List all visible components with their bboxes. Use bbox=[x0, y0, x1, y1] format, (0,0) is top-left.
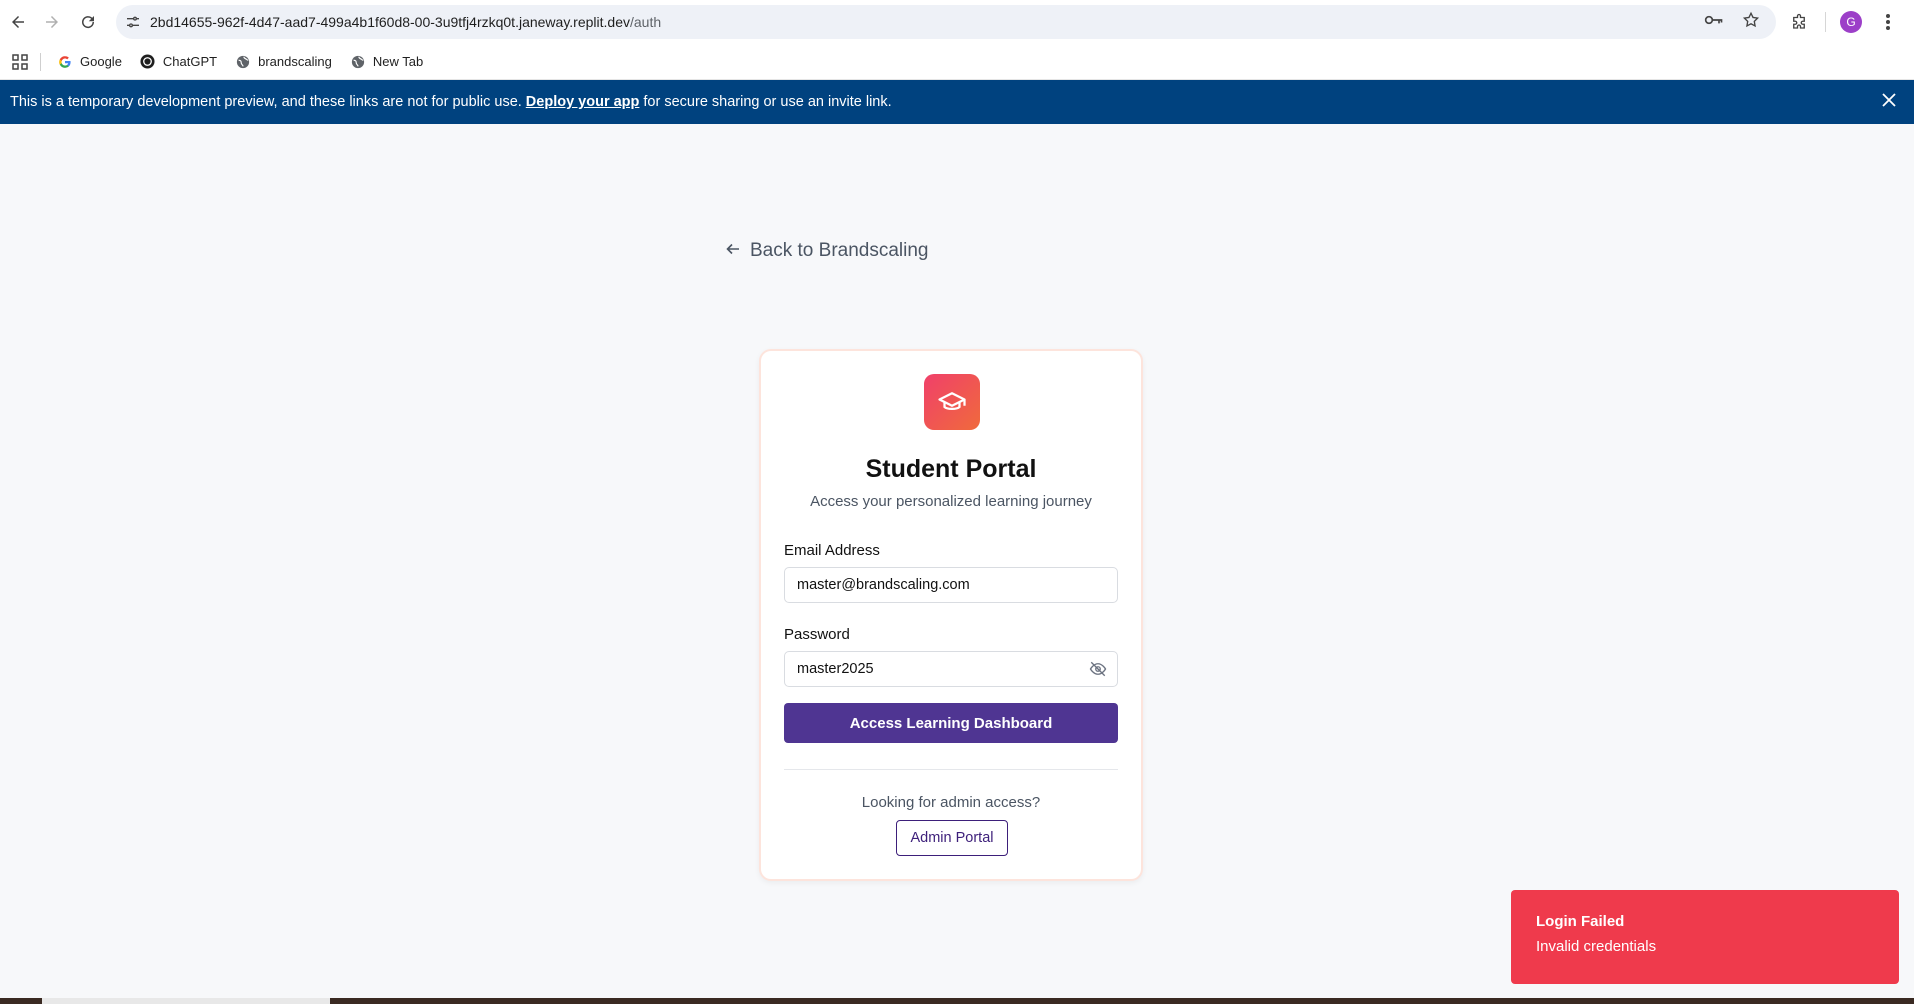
page-title: Student Portal bbox=[865, 455, 1037, 483]
bookmarks-separator bbox=[40, 52, 41, 71]
email-field[interactable]: master@brandscaling.com bbox=[784, 567, 1118, 603]
close-icon[interactable] bbox=[1882, 90, 1896, 113]
bookmark-star-icon[interactable] bbox=[1742, 11, 1760, 34]
reload-icon[interactable] bbox=[70, 4, 106, 40]
extensions-icon[interactable] bbox=[1787, 10, 1811, 34]
address-bar[interactable]: 2bd14655-962f-4d47-aad7-499a4b1f60d8-00-… bbox=[116, 5, 1776, 39]
bookmark-brandscaling[interactable]: brandscaling bbox=[235, 54, 332, 70]
bookmark-new-tab[interactable]: New Tab bbox=[350, 54, 423, 70]
toolbar-divider bbox=[1825, 12, 1826, 32]
email-label: Email Address bbox=[784, 542, 880, 559]
password-label: Password bbox=[784, 626, 850, 643]
dev-preview-banner: This is a temporary development preview,… bbox=[0, 80, 1914, 124]
toast-description: Invalid credentials bbox=[1536, 938, 1657, 955]
graduation-cap-icon bbox=[924, 374, 980, 430]
url-host: 2bd14655-962f-4d47-aad7-499a4b1f60d8-00-… bbox=[150, 14, 630, 30]
apps-grid-icon[interactable] bbox=[10, 52, 30, 72]
email-value: master@brandscaling.com bbox=[797, 577, 970, 593]
chatgpt-icon bbox=[140, 54, 156, 70]
menu-dots-icon[interactable] bbox=[1876, 10, 1900, 34]
back-arrow-icon[interactable] bbox=[0, 4, 36, 40]
admin-portal-button[interactable]: Admin Portal bbox=[896, 820, 1008, 856]
back-to-brandscaling-link[interactable]: Back to Brandscaling bbox=[726, 240, 929, 262]
password-field[interactable]: master2025 bbox=[784, 651, 1118, 687]
banner-text-before: This is a temporary development preview,… bbox=[10, 94, 522, 110]
page-subtitle: Access your personalized learning journe… bbox=[810, 493, 1092, 510]
browser-toolbar: 2bd14655-962f-4d47-aad7-499a4b1f60d8-00-… bbox=[0, 0, 1914, 44]
url-path: /auth bbox=[629, 14, 662, 30]
globe-icon bbox=[235, 54, 251, 70]
globe-icon bbox=[350, 54, 366, 70]
access-dashboard-button[interactable]: Access Learning Dashboard bbox=[784, 703, 1118, 743]
taskbar-segment bbox=[42, 998, 330, 1004]
arrow-left-icon bbox=[726, 240, 740, 262]
bookmark-label: ChatGPT bbox=[162, 54, 218, 69]
deploy-app-link[interactable]: Deploy your app bbox=[526, 94, 640, 110]
back-link-label: Back to Brandscaling bbox=[750, 240, 929, 261]
bookmarks-bar: Google ChatGPT brandscaling New Tab bbox=[0, 44, 1914, 80]
toast-title: Login Failed bbox=[1536, 913, 1625, 930]
eye-off-icon[interactable] bbox=[1089, 661, 1107, 681]
url-text: 2bd14655-962f-4d47-aad7-499a4b1f60d8-00-… bbox=[150, 14, 661, 30]
bookmark-label: New Tab bbox=[372, 54, 424, 69]
bookmark-label: brandscaling bbox=[258, 54, 332, 69]
profile-avatar[interactable]: G bbox=[1840, 11, 1862, 33]
google-icon bbox=[57, 54, 73, 70]
student-login-card: Student Portal Access your personalized … bbox=[759, 349, 1143, 881]
taskbar-strip bbox=[0, 998, 1914, 1004]
site-settings-icon[interactable] bbox=[116, 14, 150, 30]
bookmark-google[interactable]: Google bbox=[57, 54, 122, 70]
forward-arrow-icon[interactable] bbox=[34, 4, 70, 40]
bookmark-label: Google bbox=[80, 54, 122, 69]
admin-access-prompt: Looking for admin access? bbox=[861, 794, 1041, 811]
password-key-icon[interactable] bbox=[1704, 12, 1724, 33]
banner-text-after: for secure sharing or use an invite link… bbox=[643, 94, 892, 110]
bookmark-chatgpt[interactable]: ChatGPT bbox=[140, 54, 217, 70]
login-failed-toast[interactable]: Login Failed Invalid credentials bbox=[1511, 890, 1899, 984]
card-divider bbox=[784, 769, 1118, 770]
password-value: master2025 bbox=[797, 661, 874, 677]
